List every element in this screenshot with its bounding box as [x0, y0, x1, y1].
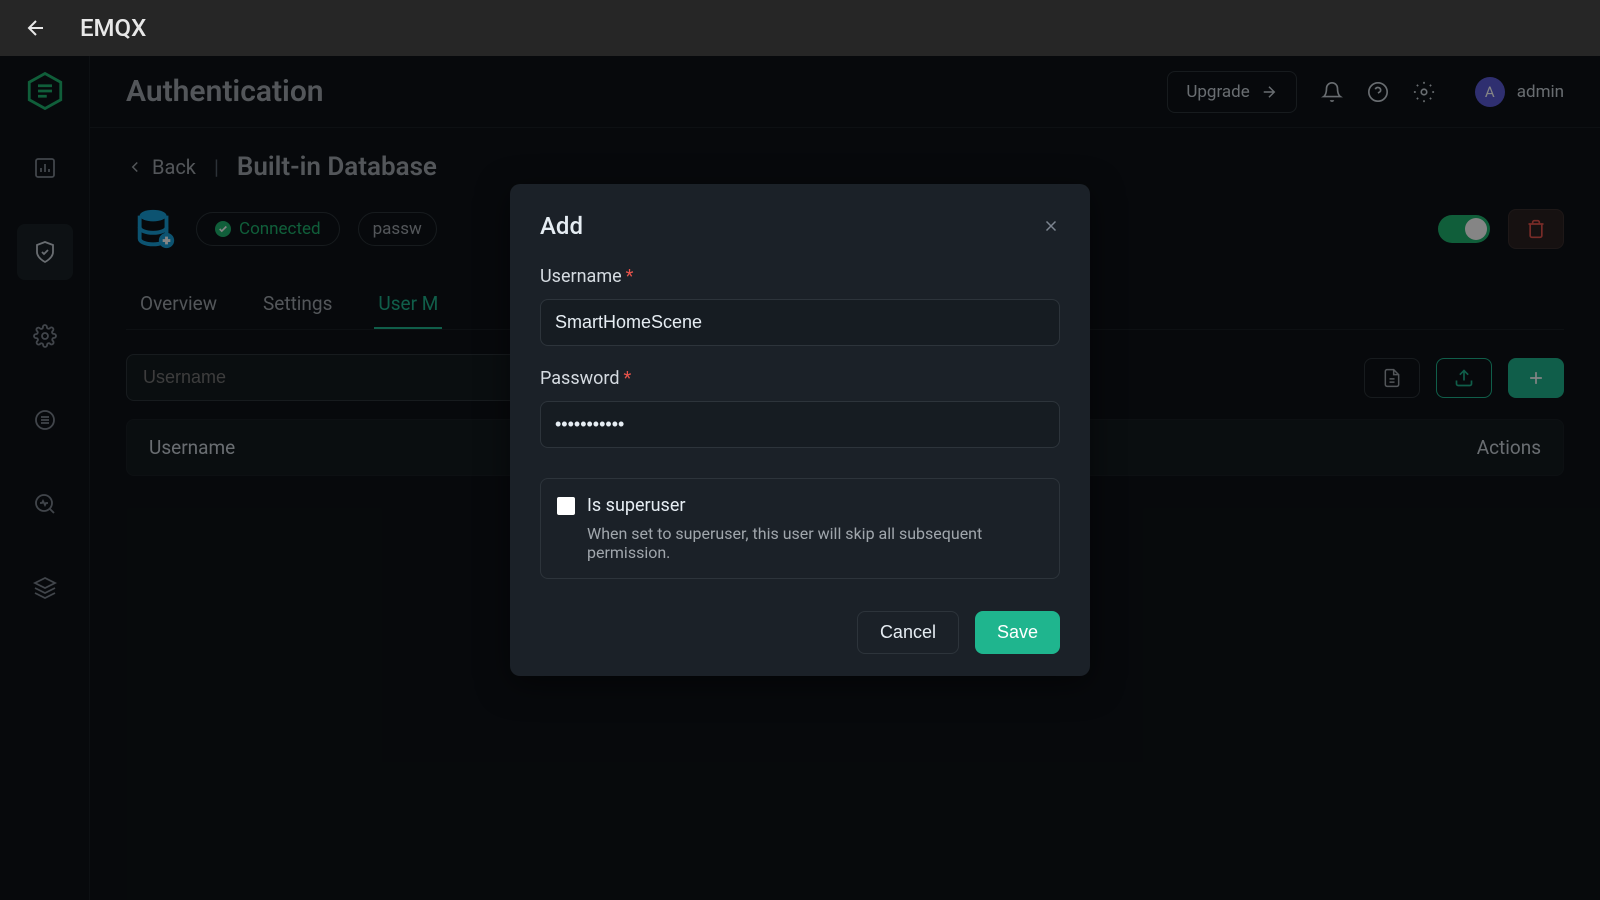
os-title-bar: EMQX — [0, 0, 1600, 56]
password-label: Password* — [540, 368, 1060, 389]
os-back-button[interactable] — [24, 16, 48, 40]
cancel-button[interactable]: Cancel — [857, 611, 959, 654]
close-icon — [1042, 217, 1060, 235]
superuser-description: When set to superuser, this user will sk… — [587, 524, 1043, 562]
superuser-label: Is superuser — [587, 495, 685, 516]
password-field[interactable] — [540, 401, 1060, 448]
username-label: Username* — [540, 266, 1060, 287]
arrow-left-icon — [24, 16, 48, 40]
superuser-checkbox[interactable] — [557, 497, 575, 515]
modal-title: Add — [540, 212, 583, 240]
add-user-modal: Add Username* Password* Is superuser Whe… — [510, 184, 1090, 676]
os-app-title: EMQX — [80, 14, 146, 42]
save-button[interactable]: Save — [975, 611, 1060, 654]
close-button[interactable] — [1042, 217, 1060, 235]
superuser-box: Is superuser When set to superuser, this… — [540, 478, 1060, 579]
username-field[interactable] — [540, 299, 1060, 346]
